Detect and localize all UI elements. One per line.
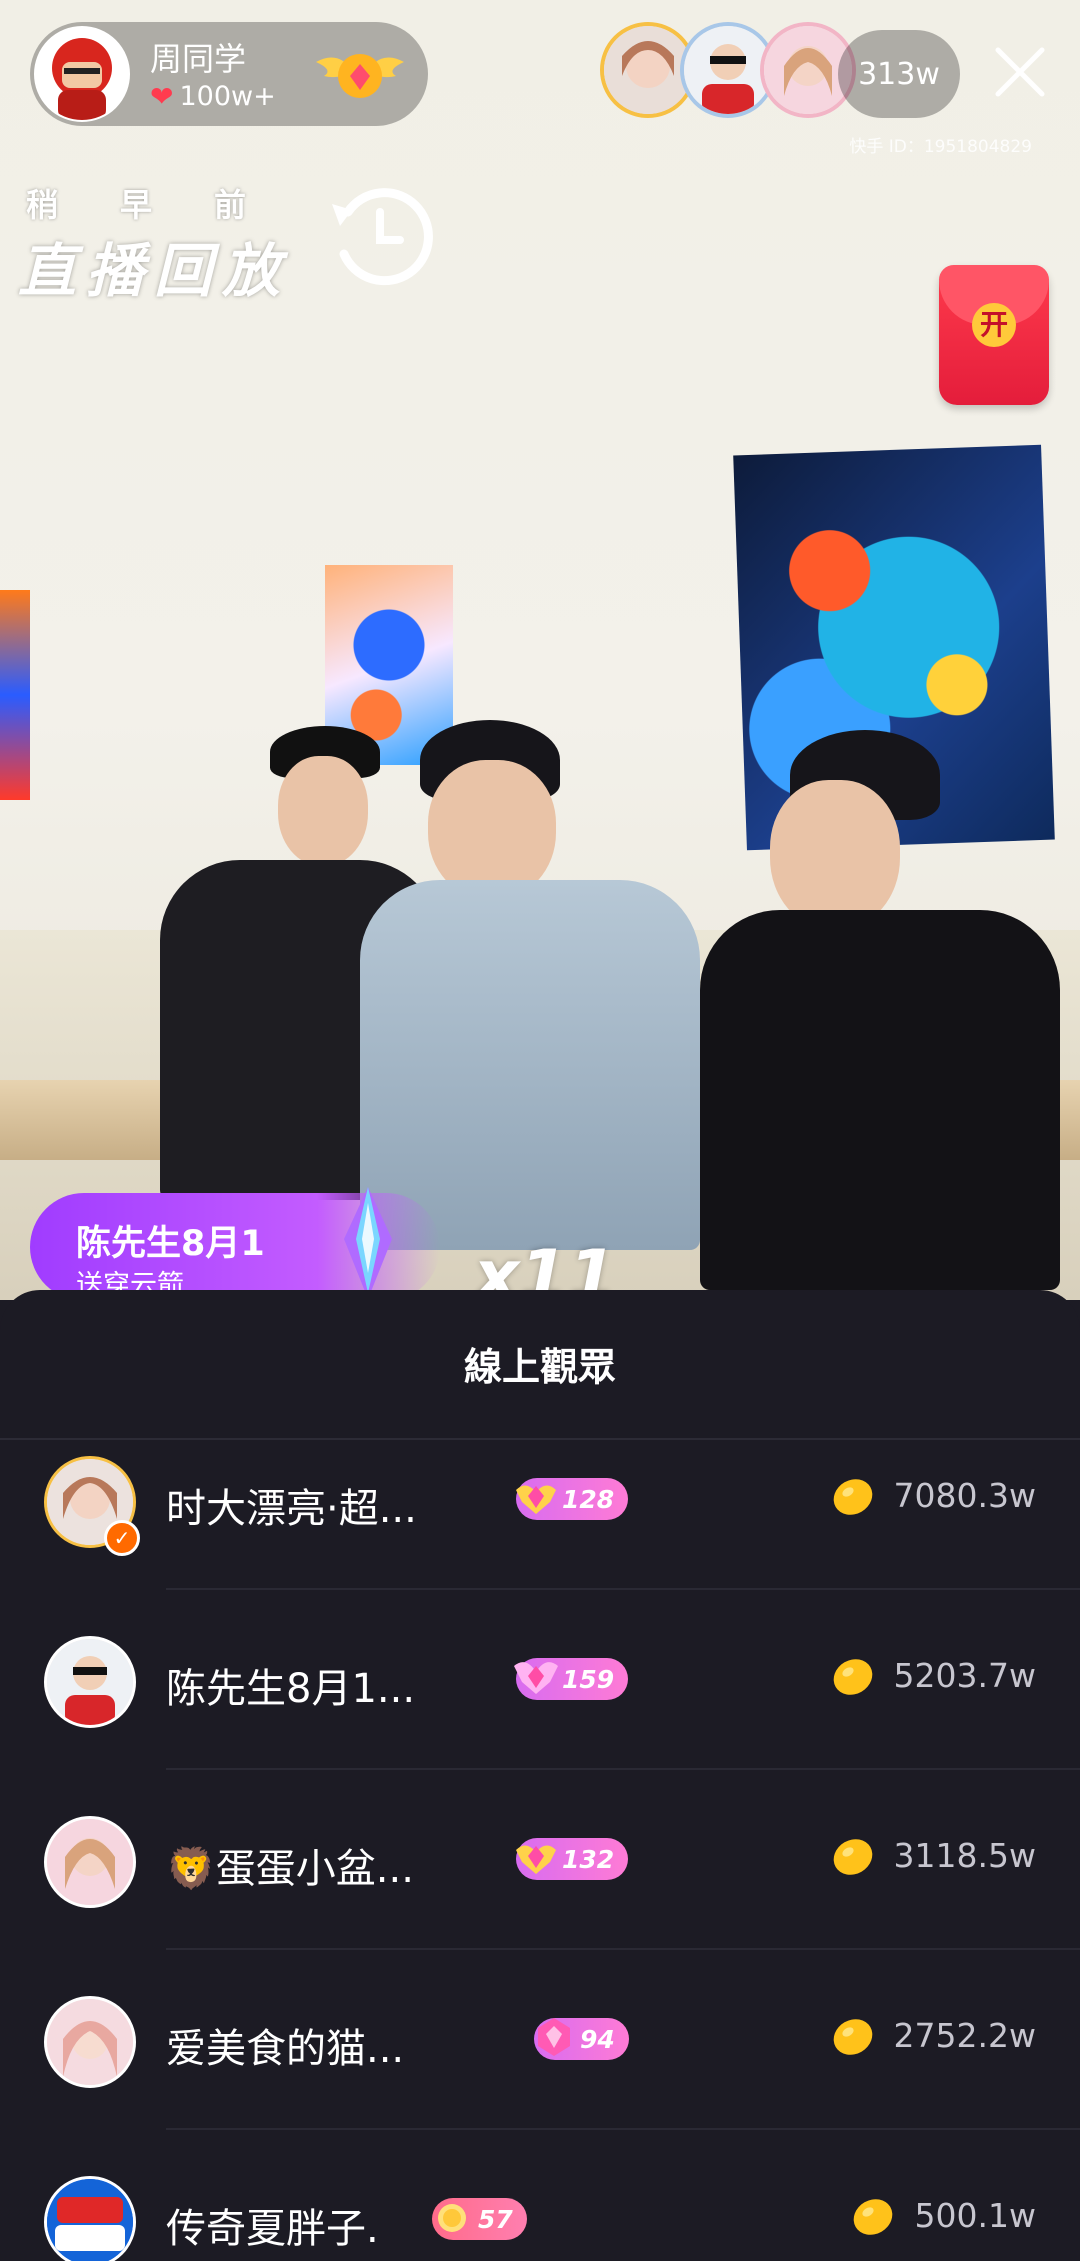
replay-big-text: 直播回放 bbox=[18, 237, 291, 305]
wings-badge-icon[interactable] bbox=[310, 40, 410, 108]
level-badge: 128 bbox=[516, 1478, 629, 1520]
viewer-name: 时大漂亮·超... bbox=[166, 1486, 417, 1532]
gem-icon bbox=[514, 1662, 558, 1694]
replay-watermark: 稍早前 直播回放 bbox=[18, 180, 433, 305]
level-value: 159 bbox=[562, 1664, 615, 1694]
gem-icon bbox=[438, 2204, 466, 2232]
level-badge: 94 bbox=[534, 2018, 629, 2060]
coin-icon bbox=[833, 1479, 873, 1515]
coin-icon bbox=[833, 1659, 873, 1695]
coin-icon bbox=[833, 1839, 873, 1875]
red-packet-button[interactable]: 开 bbox=[939, 265, 1049, 405]
viewer-name: 🦁蛋蛋小盆... bbox=[166, 1846, 414, 1892]
coin-icon bbox=[833, 2019, 873, 2055]
level-value: 132 bbox=[562, 1844, 615, 1874]
viewer-row[interactable]: 爱美食的猫... 94 2752.2w bbox=[0, 1950, 1080, 2130]
viewer-avatar[interactable] bbox=[44, 2176, 136, 2261]
viewer-amount: 3118.5w bbox=[893, 1836, 1036, 1875]
gem-icon bbox=[516, 1485, 556, 1514]
gem-icon bbox=[516, 1845, 556, 1874]
viewer-row[interactable]: 传奇夏胖子. 57 500.1w bbox=[0, 2130, 1080, 2261]
anchor-likes: ❤ 100w+ bbox=[150, 80, 276, 113]
top-viewers[interactable] bbox=[600, 22, 856, 118]
panel-title: 線上觀眾 bbox=[463, 1345, 616, 1389]
close-icon[interactable] bbox=[988, 40, 1052, 104]
viewer-amount: 7080.3w bbox=[893, 1476, 1036, 1515]
painting-left bbox=[0, 590, 30, 800]
level-value: 94 bbox=[580, 2024, 615, 2054]
anchor-info[interactable]: 周同学 ❤ 100w+ bbox=[30, 22, 428, 126]
viewer-row[interactable]: ✓ 时大漂亮·超... 128 7080.3w bbox=[0, 1410, 1080, 1590]
replay-clock-icon bbox=[332, 188, 433, 286]
anchor-avatar[interactable] bbox=[34, 26, 130, 122]
coin-icon bbox=[853, 2199, 893, 2235]
level-badge: 132 bbox=[516, 1838, 629, 1880]
level-value: 128 bbox=[562, 1484, 615, 1514]
viewer-avatar[interactable] bbox=[44, 1816, 136, 1908]
level-badge: 159 bbox=[514, 1658, 629, 1700]
viewer-row[interactable]: 陈先生8月1... 159 5203.7w bbox=[0, 1590, 1080, 1770]
gift-sender: 陈先生8月1 bbox=[76, 1224, 265, 1264]
level-value: 57 bbox=[478, 2204, 513, 2234]
viewer-amount: 500.1w bbox=[914, 2196, 1036, 2235]
viewer-avatar[interactable] bbox=[44, 1636, 136, 1728]
streamer-right bbox=[660, 730, 1060, 1290]
viewer-name: 传奇夏胖子. bbox=[166, 2206, 379, 2252]
viewer-name: 爱美食的猫... bbox=[166, 2026, 405, 2072]
viewer-count[interactable]: 313w bbox=[838, 30, 960, 118]
heart-icon: ❤ bbox=[150, 80, 174, 113]
online-audience-panel[interactable]: 線上觀眾 ✓ 时大漂亮·超... 128 7080.3w 陈先生8月1... 1… bbox=[0, 1290, 1080, 2261]
rocket-gift-icon bbox=[344, 1187, 392, 1299]
verified-icon: ✓ bbox=[104, 1520, 140, 1556]
anchor-likes-value: 100w+ bbox=[179, 81, 276, 112]
viewer-row[interactable]: 🦁蛋蛋小盆... 132 3118.5w bbox=[0, 1770, 1080, 1950]
viewer-amount: 5203.7w bbox=[893, 1656, 1036, 1695]
kwai-id: 快手 ID：1951804829 bbox=[849, 137, 1032, 157]
viewer-avatar[interactable] bbox=[44, 1996, 136, 2088]
viewer-name: 陈先生8月1... bbox=[166, 1666, 416, 1712]
viewer-amount: 2752.2w bbox=[893, 2016, 1036, 2055]
anchor-name: 周同学 bbox=[150, 40, 247, 78]
red-packet-label: 开 bbox=[972, 303, 1016, 347]
level-badge: 57 bbox=[432, 2198, 527, 2240]
replay-small-text: 稍早前 bbox=[26, 186, 309, 224]
gem-icon bbox=[538, 2018, 570, 2056]
